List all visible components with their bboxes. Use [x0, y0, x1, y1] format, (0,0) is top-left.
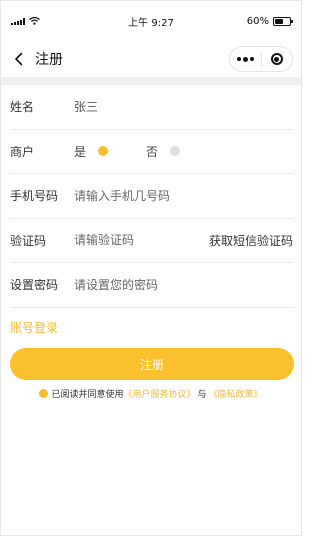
phone-label: 手机号码 — [10, 189, 59, 204]
phone-input[interactable] — [74, 188, 214, 203]
close-button[interactable] — [262, 47, 293, 71]
mini-program-capsule — [229, 46, 293, 72]
code-row: 验证码 获取短信验证码 — [10, 219, 293, 263]
password-input[interactable] — [74, 277, 214, 292]
wifi-icon — [29, 17, 40, 25]
agreement-line: 已阅读并同意使用 《用户服务协议》 与 《隐私政策》 — [1, 385, 301, 401]
more-button[interactable] — [230, 47, 261, 71]
battery-percent: 60% — [246, 15, 269, 27]
code-label: 验证码 — [10, 233, 47, 248]
register-form: 姓名 张三 商户 是 否 手机号码 验证码 获取短信验证码 设置密码 — [1, 85, 301, 308]
merchant-option-yes[interactable]: 是 — [74, 143, 109, 160]
agree-checkbox-icon[interactable] — [39, 388, 49, 398]
back-arrow-icon — [15, 52, 23, 66]
merchant-yes-label: 是 — [74, 144, 87, 159]
name-row: 姓名 张三 — [10, 85, 293, 130]
section-divider — [1, 77, 301, 85]
back-button[interactable] — [5, 41, 33, 77]
password-row: 设置密码 — [10, 263, 293, 308]
page-title: 注册 — [35, 52, 63, 68]
close-target-icon — [270, 53, 283, 65]
radio-checked-icon[interactable] — [98, 146, 109, 157]
merchant-no-label: 否 — [146, 144, 159, 159]
radio-unchecked-icon[interactable] — [170, 146, 181, 157]
privacy-policy-link[interactable]: 《隐私政策》 — [209, 387, 263, 400]
more-dots-icon — [236, 56, 254, 62]
register-button[interactable]: 注册 — [10, 348, 294, 380]
agreement-prefix: 已阅读并同意使用 — [51, 389, 124, 400]
user-agreement-link[interactable]: 《用户服务协议》 — [123, 387, 195, 400]
signal-icon — [11, 17, 25, 25]
nav-bar: 注册 — [1, 41, 301, 77]
name-label: 姓名 — [10, 100, 35, 115]
merchant-label: 商户 — [10, 144, 35, 159]
get-sms-code-button[interactable]: 获取短信验证码 — [209, 232, 293, 249]
battery-fill — [275, 18, 284, 24]
battery-icon — [273, 16, 293, 26]
name-value[interactable]: 张三 — [74, 98, 98, 115]
merchant-option-no[interactable]: 否 — [146, 143, 181, 160]
agreement-connector: 与 — [197, 389, 207, 400]
code-input[interactable] — [74, 233, 214, 248]
merchant-row: 商户 是 否 — [10, 130, 293, 174]
app-screen: 上午 9:27 60% 注册 姓名 张三 商户 是 否 手机号码 请输入手机几号… — [0, 0, 302, 536]
signal-wifi-group — [11, 17, 40, 25]
battery-group: 60% — [246, 15, 293, 27]
phone-row: 手机号码 — [10, 174, 293, 219]
password-label: 设置密码 — [10, 278, 59, 293]
account-login-link[interactable]: 账号登录 — [10, 319, 58, 336]
status-bar: 上午 9:27 60% — [1, 1, 301, 41]
